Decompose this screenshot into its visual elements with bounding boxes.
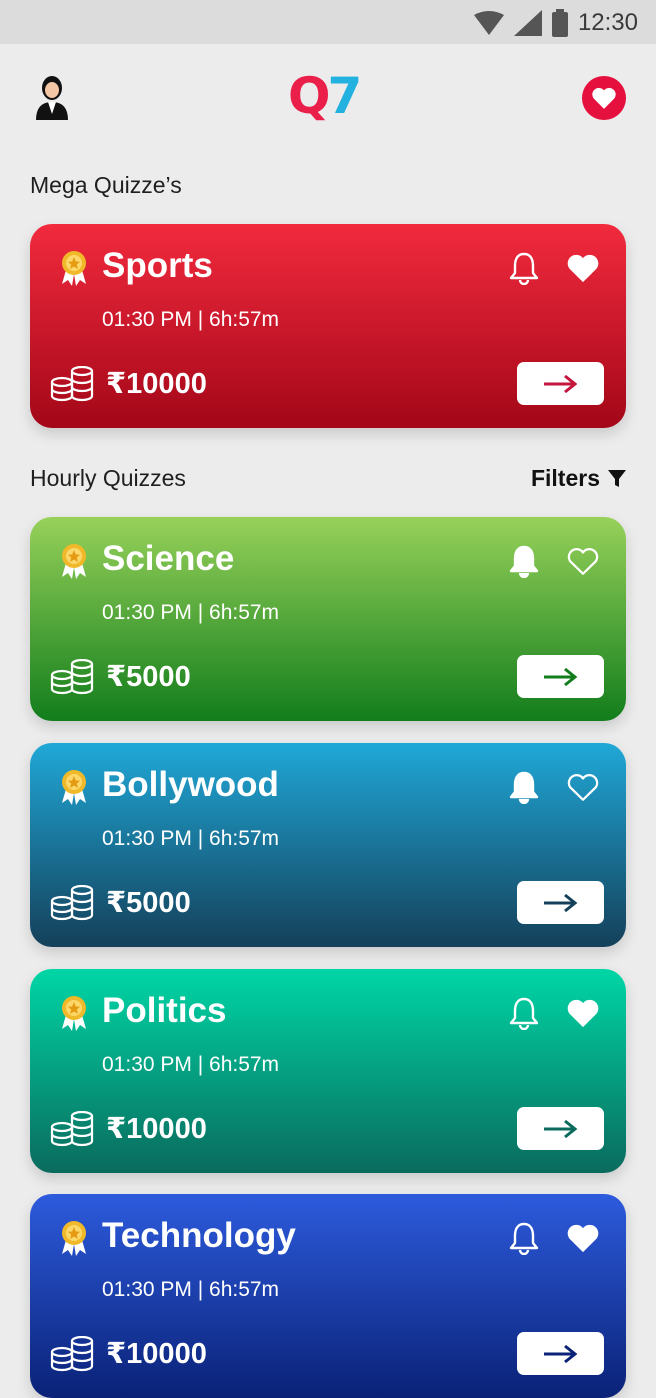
app-logo: Q7 xyxy=(288,67,363,125)
favorite-heart-outline-icon[interactable] xyxy=(566,771,600,803)
award-badge-icon xyxy=(62,996,86,1031)
quiz-card-bollywood[interactable]: Bollywood 01:30 PM | 6h:57m ₹5000 xyxy=(30,743,626,947)
start-quiz-button[interactable] xyxy=(517,881,604,924)
notification-bell-icon[interactable] xyxy=(508,770,540,804)
quiz-time: 01:30 PM | 6h:57m xyxy=(102,308,280,331)
logo-q: Q xyxy=(288,67,330,125)
coins-icon xyxy=(50,1111,94,1147)
award-badge-icon xyxy=(62,251,86,286)
coins-icon xyxy=(50,366,94,402)
favorites-button[interactable] xyxy=(582,76,626,120)
quiz-card-technology[interactable]: Technology 01:30 PM | 6h:57m ₹10000 xyxy=(30,1194,626,1398)
prize-amount: ₹5000 xyxy=(106,661,191,693)
prize-amount: ₹10000 xyxy=(106,1113,207,1145)
wifi-icon xyxy=(473,11,504,35)
notification-bell-icon[interactable] xyxy=(508,251,540,285)
prize-amount: ₹10000 xyxy=(106,368,207,400)
hourly-quizzes-heading: Hourly Quizzes xyxy=(30,465,186,491)
mega-quizzes-heading: Mega Quizze’s xyxy=(30,172,182,198)
signal-icon xyxy=(513,10,542,36)
arrow-right-icon xyxy=(543,1119,577,1138)
arrow-right-icon xyxy=(543,1344,577,1363)
arrow-right-icon xyxy=(543,374,577,393)
quiz-title: Sports xyxy=(102,246,213,285)
coins-icon xyxy=(50,1336,94,1372)
notification-bell-icon[interactable] xyxy=(508,996,540,1030)
heart-icon xyxy=(592,87,616,109)
favorite-heart-icon[interactable] xyxy=(566,997,600,1029)
prize-amount: ₹10000 xyxy=(106,1338,207,1370)
start-quiz-button[interactable] xyxy=(517,1332,604,1375)
start-quiz-button[interactable] xyxy=(517,362,604,405)
start-quiz-button[interactable] xyxy=(517,1107,604,1150)
quiz-card-politics[interactable]: Politics 01:30 PM | 6h:57m ₹10000 xyxy=(30,969,626,1173)
arrow-right-icon xyxy=(543,893,577,912)
quiz-title: Politics xyxy=(102,991,227,1030)
user-avatar-icon[interactable] xyxy=(34,74,70,120)
quiz-card-science[interactable]: Science 01:30 PM | 6h:57m ₹5000 xyxy=(30,517,626,721)
quiz-time: 01:30 PM | 6h:57m xyxy=(102,1278,280,1301)
favorite-heart-icon[interactable] xyxy=(566,1222,600,1254)
start-quiz-button[interactable] xyxy=(517,655,604,698)
coins-icon xyxy=(50,885,94,921)
quiz-time: 01:30 PM | 6h:57m xyxy=(102,1053,280,1076)
filter-funnel-icon xyxy=(608,469,626,487)
status-bar: 12:30 xyxy=(0,0,656,44)
award-badge-icon xyxy=(62,1221,86,1256)
award-badge-icon xyxy=(62,544,86,579)
coins-icon xyxy=(50,659,94,695)
quiz-time: 01:30 PM | 6h:57m xyxy=(102,827,280,850)
quiz-title: Bollywood xyxy=(102,765,279,804)
quiz-card-sports[interactable]: Sports 01:30 PM | 6h:57m ₹10000 xyxy=(30,224,626,428)
quiz-title: Technology xyxy=(102,1216,296,1255)
favorite-heart-outline-icon[interactable] xyxy=(566,545,600,577)
status-time: 12:30 xyxy=(577,9,638,36)
favorite-heart-icon[interactable] xyxy=(566,252,600,284)
app-bar: Q7 xyxy=(0,44,656,154)
filters-button[interactable]: Filters xyxy=(531,465,626,492)
notification-bell-icon[interactable] xyxy=(508,544,540,578)
prize-amount: ₹5000 xyxy=(106,887,191,919)
arrow-right-icon xyxy=(543,667,577,686)
notification-bell-icon[interactable] xyxy=(508,1221,540,1255)
logo-7: 7 xyxy=(327,67,363,125)
quiz-title: Science xyxy=(102,539,235,578)
filters-label: Filters xyxy=(530,465,600,491)
battery-icon xyxy=(551,9,568,37)
award-badge-icon xyxy=(62,770,86,805)
status-icons: 12:30 xyxy=(473,8,638,38)
quiz-time: 01:30 PM | 6h:57m xyxy=(102,601,280,624)
